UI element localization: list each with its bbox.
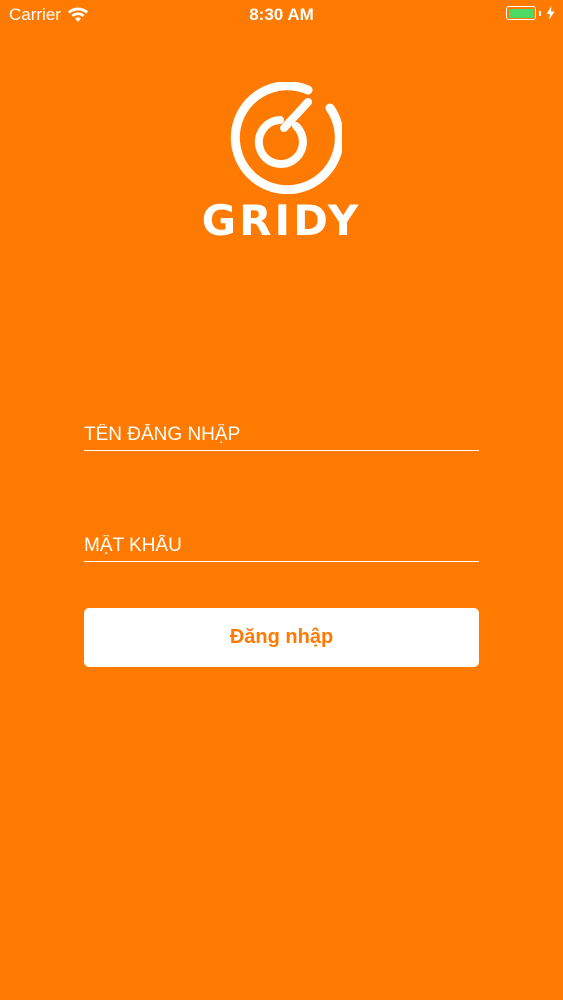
- battery-nub: [539, 10, 541, 16]
- username-field[interactable]: [84, 415, 479, 451]
- battery-icon: [506, 6, 536, 20]
- brand-name: GRIDY: [201, 196, 362, 245]
- gridy-logo-icon: [230, 82, 342, 194]
- battery-level: [508, 8, 534, 18]
- status-time: 8:30 AM: [249, 5, 314, 24]
- bolt-icon: [546, 6, 555, 20]
- login-button[interactable]: Đăng nhập: [84, 608, 479, 667]
- password-field[interactable]: [84, 526, 479, 562]
- password-input[interactable]: [84, 535, 479, 557]
- battery-indicator: [506, 6, 555, 20]
- username-input[interactable]: [84, 424, 479, 446]
- status-bar: Carrier 8:30 AM: [0, 0, 563, 30]
